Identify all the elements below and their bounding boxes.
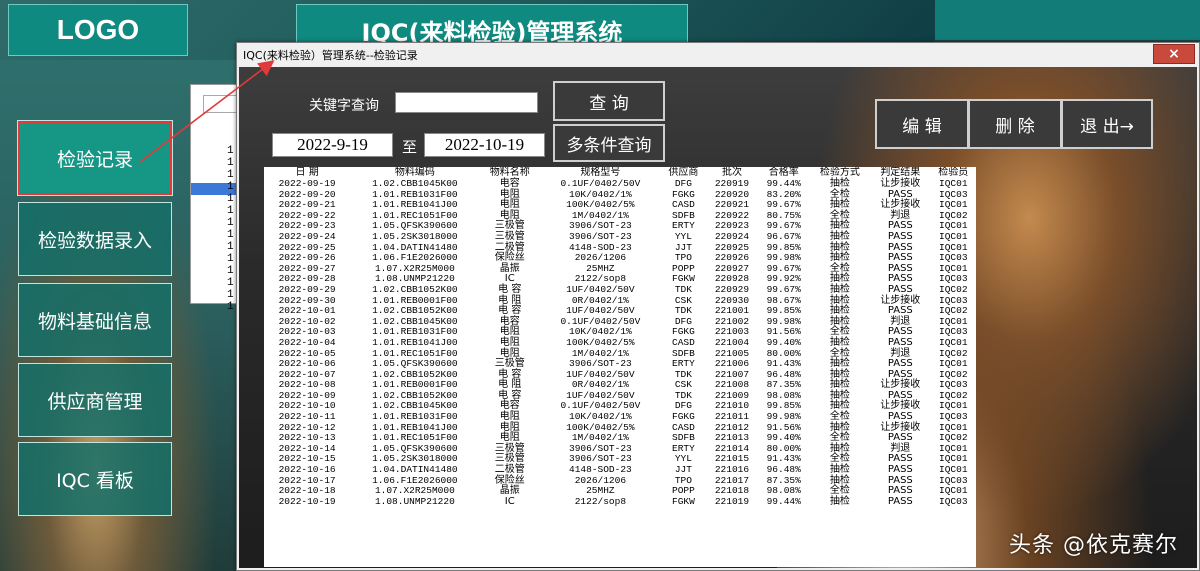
table-cell: 电容	[499, 178, 520, 189]
underlying-list-item: 1	[227, 145, 234, 157]
table-row[interactable]: 2022-09-19 1.02.CBB1045K00 电容 0.1UF/0402/50…	[264, 178, 976, 190]
edit-button[interactable]: 编 辑	[875, 99, 969, 149]
sidebar-item-supplier[interactable]: 供应商管理	[18, 363, 172, 437]
underlying-list-item: 1	[227, 217, 234, 229]
underlying-list-item: 1	[227, 265, 234, 277]
table-cell: PASS	[887, 283, 913, 295]
table-cell: 3906/SOT-23	[569, 230, 632, 242]
table-cell: PASS	[887, 495, 913, 507]
table-cell: 1.05.2SK3018000	[372, 230, 458, 242]
table-cell: 2022-10-04	[278, 336, 336, 348]
underlying-list-item: 1	[227, 289, 234, 301]
table-cell: 1.01.REB1041J00	[372, 336, 458, 348]
sidebar-item-dashboard[interactable]: IQC 看板	[18, 442, 172, 516]
table-row[interactable]: 2022-10-04 1.01.REB1041J00 电阻 100K/0402/5% C…	[264, 336, 976, 349]
table-cell: 三极管	[494, 230, 525, 242]
table-cell: 2122/sop8	[574, 495, 627, 507]
table-cell: FGKW	[672, 495, 695, 507]
table-cell: 抽检	[829, 495, 850, 507]
table-cell: IC	[504, 495, 515, 507]
exit-button[interactable]: 退 出→	[1061, 99, 1153, 149]
table-cell: TDK	[674, 283, 692, 295]
table-row[interactable]: 2022-10-17 1.06.F1E2026000 保险丝 2026/1206 TPO…	[264, 475, 976, 487]
table-row[interactable]: 2022-09-29 1.02.CBB1052K00 电 容 1UF/0402/50V…	[264, 283, 976, 296]
table-cell: 2022-09-19	[278, 178, 336, 189]
table-cell: 220924	[714, 230, 750, 242]
table-cell: PASS	[887, 336, 913, 348]
table-cell: 让步接收	[880, 178, 921, 189]
table-cell: CASD	[672, 336, 695, 348]
delete-button[interactable]: 删 除	[968, 99, 1062, 149]
table-cell: IQC01	[939, 230, 968, 242]
table-cell: IQC01	[939, 336, 968, 348]
window-client: 关键字查询 查 询 2022-9-19 至 2022-10-19 多条件查询 编…	[239, 67, 1197, 568]
table-cell: 96.67%	[766, 230, 801, 242]
underlying-list-item: 1	[227, 193, 234, 205]
end-date-field[interactable]: 2022-10-19	[424, 133, 545, 157]
underlying-list-item: 1	[227, 253, 234, 265]
underlying-list-item: 1	[227, 277, 234, 289]
keyword-label: 关键字查询	[309, 98, 379, 114]
table-cell: IQC03	[939, 495, 968, 507]
underlying-list-item: 1	[227, 241, 234, 253]
table-cell: YYL	[674, 230, 692, 242]
underlying-list-item: 1	[227, 169, 234, 181]
underlying-list-item: 1	[227, 157, 234, 169]
table-cell: 抽检	[829, 283, 850, 295]
records-table: 日 期物料编码 物料名称 规格型号 供应商 批次 合格率 检验方式 判定结果 检验员 2022-…	[264, 167, 976, 567]
table-cell: 0.1UF/0402/50V	[560, 178, 641, 189]
table-cell: 221004	[714, 336, 750, 348]
table-cell: 99.44%	[766, 178, 801, 189]
table-cell: 1.08.UNMP21220	[374, 495, 455, 507]
table-cell: 99.40%	[766, 336, 801, 348]
table-row[interactable]: 2022-09-24 1.05.2SK3018000 三极管 3906/SOT-23 Y…	[264, 230, 976, 243]
table-cell: 抽检	[829, 230, 850, 242]
table-cell: 2022-10-19	[278, 495, 336, 507]
table-cell: 2022-09-29	[278, 283, 336, 295]
search-button[interactable]: 查 询	[553, 81, 665, 121]
underlying-list-item: 1	[227, 229, 234, 241]
table-cell: IQC02	[939, 283, 968, 295]
table-cell: 100K/0402/5%	[566, 336, 635, 348]
sidebar-item-data-entry[interactable]: 检验数据录入	[18, 202, 172, 276]
table-cell: 221019	[714, 495, 750, 507]
table-cell: IQC01	[939, 178, 968, 189]
sidebar-item-material-info[interactable]: 物料基础信息	[18, 283, 172, 357]
multi-condition-search-button[interactable]: 多条件查询	[553, 124, 665, 162]
table-cell: 99.67%	[766, 283, 801, 295]
header-strip	[935, 0, 1200, 40]
table-cell: PASS	[887, 230, 913, 242]
sidebar-item-inspection-records[interactable]: 检验记录	[17, 120, 173, 196]
table-cell: 2022-09-24	[278, 230, 336, 242]
date-to-label: 至	[402, 138, 418, 156]
table-cell: 抽检	[829, 336, 850, 348]
table-cell: 1.02.CBB1045K00	[372, 178, 458, 189]
table-row[interactable]: 2022-09-26 1.06.F1E2026000 保险丝 2026/1206 TPO…	[264, 253, 976, 264]
logo: LOGO	[8, 4, 188, 56]
table-cell: 220919	[714, 178, 750, 189]
watermark: 头条 @依克赛尔	[1009, 533, 1178, 558]
table-cell: 电阻	[499, 336, 520, 348]
table-cell: 220929	[714, 283, 750, 295]
underlying-list-item: 1	[227, 181, 234, 193]
table-body: 2022-09-19 1.02.CBB1045K00 电容 0.1UF/0402/50…	[264, 178, 976, 508]
table-cell: 99.44%	[766, 495, 801, 507]
table-cell: 1.02.CBB1052K00	[372, 283, 458, 295]
keyword-input[interactable]	[395, 92, 538, 113]
table-cell: DFG	[674, 178, 692, 189]
underlying-list-item: 1	[227, 205, 234, 217]
table-row[interactable]: 2022-10-19 1.08.UNMP21220 IC 2122/sop8 FGKW 2…	[264, 495, 976, 508]
table-cell: 电 容	[498, 283, 522, 295]
close-icon[interactable]: ×	[1153, 44, 1195, 64]
window-title: IQC(来料检验）管理系统--检验记录	[237, 43, 1199, 67]
table-cell: 抽检	[829, 178, 850, 189]
underlying-list-item: 1	[227, 301, 234, 313]
table-cell: 1UF/0402/50V	[566, 283, 635, 295]
start-date-field[interactable]: 2022-9-19	[272, 133, 393, 157]
underlying-list: 11111111111111	[227, 145, 234, 313]
inspection-record-window: IQC(来料检验）管理系统--检验记录 × 关键字查询 查 询 2022-9-1…	[236, 42, 1200, 571]
